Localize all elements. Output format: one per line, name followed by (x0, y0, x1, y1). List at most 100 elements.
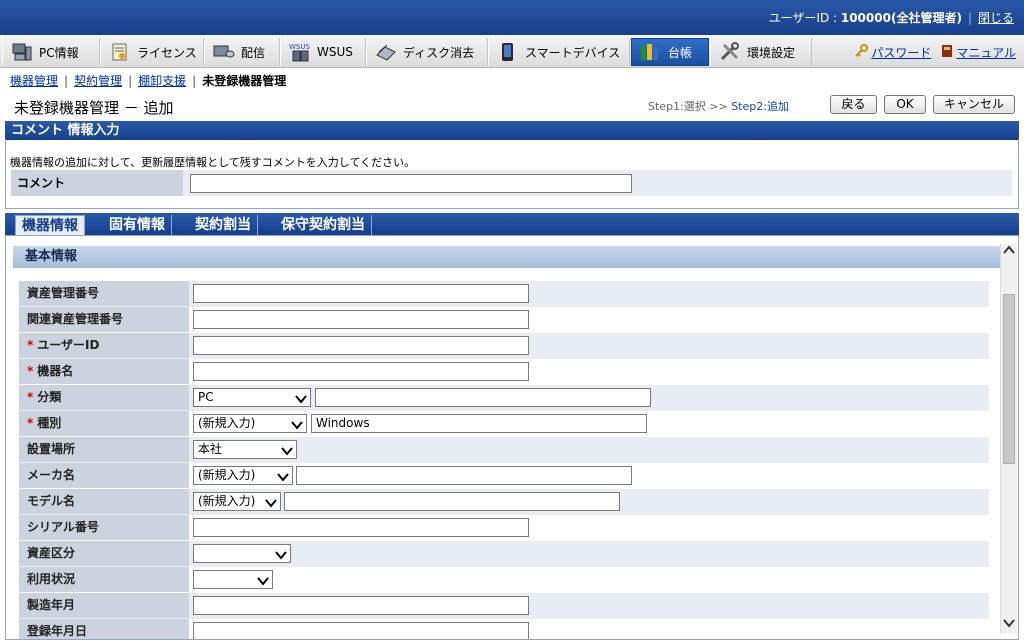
serial-number-input[interactable] (193, 518, 529, 537)
menu-item-smart-device[interactable]: スマートデバイス (488, 38, 630, 66)
cancel-button[interactable]: キャンセル (933, 95, 1015, 114)
breadcrumb-contract-management[interactable]: 契約管理 (74, 74, 122, 88)
label-text: 資産区分 (27, 546, 76, 560)
asset-class-select[interactable] (193, 544, 291, 563)
menu-label: WSUS (317, 45, 353, 59)
type-input[interactable]: Windows (311, 414, 647, 433)
field-label: * 機器名 (19, 359, 189, 384)
usage-status-select[interactable] (193, 570, 273, 589)
row-device-name: * 機器名 (19, 359, 989, 385)
menu-item-wsus[interactable]: WSUS WSUS (280, 38, 366, 66)
registration-date-input[interactable] (193, 622, 529, 639)
location-select[interactable]: 本社 (193, 440, 297, 459)
label-text: モデル名 (27, 494, 76, 508)
menu-label: 配信 (241, 45, 266, 60)
selected-value: 本社 (198, 442, 223, 456)
selected-value: (新規入力) (198, 416, 256, 430)
maker-select[interactable]: (新規入力) (193, 466, 293, 485)
menu-item-disk-erase[interactable]: ディスク消去 (366, 38, 488, 66)
row-related-asset-number: 関連資産管理番号 (19, 307, 989, 333)
tab-device-info[interactable]: 機器情報 (15, 215, 85, 235)
tab-contract-assignment[interactable]: 契約割当 (189, 215, 258, 235)
chevron-down-icon (265, 496, 277, 513)
label-text: 登録年月日 (27, 624, 88, 638)
user-id-label: ユーザーID : (768, 11, 841, 25)
breadcrumb-inventory-support[interactable]: 棚卸支援 (138, 74, 186, 88)
category-select[interactable]: PC (193, 388, 311, 407)
selected-value: (新規入力) (198, 468, 256, 482)
field-label: 利用状況 (19, 567, 189, 592)
vertical-scrollbar[interactable] (1000, 244, 1017, 634)
user-id-input[interactable] (193, 336, 529, 355)
wsus-icon: WSUS (289, 42, 311, 62)
row-serial-number: シリアル番号 (19, 515, 989, 541)
ok-button[interactable]: OK (884, 95, 926, 114)
type-select[interactable]: (新規入力) (193, 414, 307, 433)
row-asset-number: 資産管理番号 (19, 281, 989, 307)
label-text: 製造年月 (27, 598, 76, 612)
related-asset-number-input[interactable] (193, 310, 529, 329)
menu-label: 環境設定 (747, 45, 796, 60)
row-maker: メーカ名 (新規入力) (19, 463, 989, 489)
breadcrumb-device-management[interactable]: 機器管理 (10, 74, 58, 88)
field-label: 登録年月日 (19, 619, 189, 639)
required-mark: * (27, 364, 34, 378)
label-text: 分類 (37, 390, 62, 404)
menu-label: ディスク消去 (403, 45, 475, 60)
model-select[interactable]: (新規入力) (193, 492, 281, 511)
separator: | (64, 74, 69, 88)
maker-input[interactable] (296, 466, 632, 485)
required-mark: * (27, 338, 34, 352)
manufacture-date-input[interactable] (193, 596, 529, 615)
tab-bar: 機器情報 固有情報 契約割当 保守契約割当 (5, 213, 1019, 235)
svg-text:WSUS: WSUS (289, 43, 310, 51)
ledger-icon (640, 42, 662, 62)
step-indicator: Step1:選択 >> Step2:追加 (648, 98, 789, 114)
row-user-id: * ユーザーID (19, 333, 989, 359)
comment-input[interactable] (190, 174, 632, 193)
step-1: Step1:選択 (648, 100, 706, 113)
menu-bar: PC情報 ライセンス 配信 WSUS WSUS ディスク消去 スマートデバイス … (0, 35, 1024, 68)
user-id-value: 100000(全社管理者) (840, 11, 962, 25)
category-input[interactable] (315, 388, 651, 407)
menu-item-ledger[interactable]: 台帳 (631, 38, 709, 66)
disk-erase-icon (375, 42, 397, 62)
model-input[interactable] (284, 492, 620, 511)
key-icon (854, 44, 869, 61)
close-link[interactable]: 閉じる (978, 11, 1014, 25)
license-icon (109, 42, 131, 62)
field-label: 関連資産管理番号 (19, 307, 189, 332)
scrollbar-thumb[interactable] (1003, 294, 1015, 464)
manual-link[interactable]: マニュアル (941, 44, 1016, 61)
device-info-panel: 基本情報 資産管理番号 関連資産管理番号 * ユーザーID * 機器名 * 分類 PC… (5, 235, 1019, 640)
field-label: * 種別 (19, 411, 189, 436)
basic-info-header: 基本情報 (13, 246, 1001, 268)
chevron-down-icon (291, 418, 303, 435)
field-label: シリアル番号 (19, 515, 189, 540)
password-link[interactable]: パスワード (854, 44, 931, 61)
label-text: 機器名 (37, 364, 74, 378)
book-icon (941, 44, 953, 61)
menu-item-settings[interactable]: 環境設定 (710, 38, 812, 66)
row-registration-date: 登録年月日 (19, 619, 989, 639)
scroll-up-icon[interactable] (1001, 244, 1017, 261)
tab-specific-info[interactable]: 固有情報 (103, 215, 172, 235)
menu-item-distribution[interactable]: 配信 (204, 38, 280, 66)
row-manufacture-date: 製造年月 (19, 593, 989, 619)
row-location: 設置場所 本社 (19, 437, 989, 463)
asset-number-input[interactable] (193, 284, 529, 303)
device-name-input[interactable] (193, 362, 529, 381)
label-text: メーカ名 (27, 468, 76, 482)
scroll-down-icon[interactable] (1001, 617, 1017, 634)
back-button[interactable]: 戻る (830, 95, 877, 114)
menu-item-pc[interactable]: PC情報 (2, 38, 100, 66)
page-title: 未登録機器管理 － 追加 (14, 99, 174, 117)
menu-item-license[interactable]: ライセンス (100, 38, 204, 66)
row-type: * 種別 (新規入力) Windows (19, 411, 989, 437)
comment-description: 機器情報の追加に対して、更新履歴情報として残すコメントを入力してください。 (10, 156, 416, 169)
label-text: 利用状況 (27, 572, 76, 586)
tab-maintenance-contract[interactable]: 保守契約割当 (275, 215, 372, 235)
field-label: 資産区分 (19, 541, 189, 566)
menu-label: スマートデバイス (525, 45, 621, 60)
required-mark: * (27, 416, 34, 430)
